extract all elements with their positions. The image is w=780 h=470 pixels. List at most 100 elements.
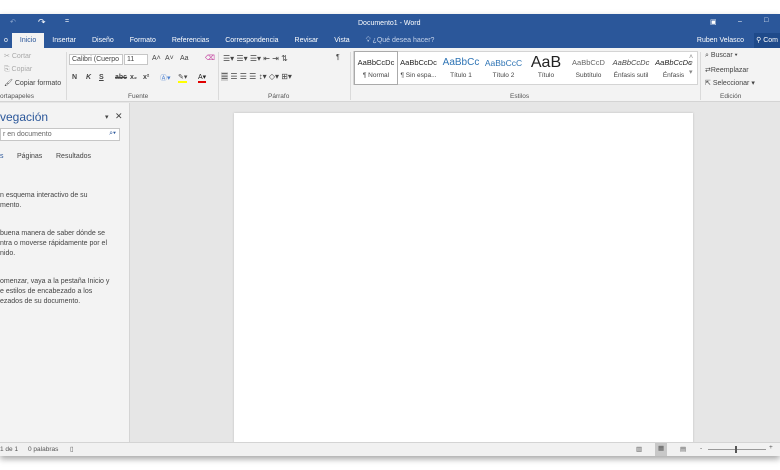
grow-font-button[interactable]: A˄ (152, 55, 161, 62)
style-name: Título (537, 72, 555, 79)
group-label-styles: Estilos (510, 93, 530, 100)
style-1[interactable]: AaBbCcDc ¶ Sin espa... (398, 52, 440, 84)
web-layout-icon[interactable]: ▤ (680, 445, 686, 453)
subscript-button[interactable]: x₂ (130, 74, 137, 81)
search-icon[interactable]: ⌕▾ (109, 130, 116, 138)
style-preview: AaBbCcDc (612, 58, 650, 67)
highlight-color-icon[interactable]: ✎▾ (178, 73, 188, 83)
select-button[interactable]: ⇱ Seleccionar ▾ (705, 79, 755, 87)
tab-formato[interactable]: Formato (122, 33, 164, 48)
group-label-editing: Edición (720, 93, 742, 100)
lightbulb-icon: 💡︎ (365, 37, 373, 44)
font-size-select[interactable]: 11 (124, 54, 148, 65)
style-preview: AaBbCcDc (357, 58, 395, 67)
text-effects-icon[interactable]: Ⓐ▾ (160, 73, 171, 83)
copy-button[interactable]: ⎘ Copiar (4, 66, 32, 74)
minimize-button[interactable]: – (738, 18, 742, 25)
font-color-icon[interactable]: A▾ (198, 73, 207, 83)
style-name: Énfasis sutil (613, 72, 649, 79)
read-mode-icon[interactable]: ▥ (636, 445, 642, 453)
print-layout-icon[interactable]: ▦ (655, 443, 668, 456)
bullets-icon[interactable]: ☰▾ ☰▾ ☰▾ ⇤ ⇥ ⇅ (223, 54, 288, 63)
align-left-icon[interactable]: ☰ ☰ ☰ ☰ ↕▾ ◇▾ ⊞▾ (221, 72, 292, 81)
bold-button[interactable]: N (72, 74, 77, 81)
style-name: Subtítulo (575, 72, 602, 79)
show-marks-button[interactable]: ¶ (336, 54, 340, 61)
tab-insertar[interactable]: Insertar (44, 33, 84, 48)
replace-button[interactable]: ⇄Reemplazar (705, 66, 749, 74)
nav-search-input[interactable]: r en documento ⌕▾ (0, 128, 120, 141)
tab-diseno[interactable]: Diseño (84, 33, 122, 48)
font-name-select[interactable]: Calibri (Cuerpo (69, 54, 123, 65)
cut-button[interactable]: ✂ Cortar (4, 52, 31, 60)
style-name: Título 2 (492, 72, 515, 79)
nav-tab-pages[interactable]: Páginas (17, 153, 42, 160)
redo-button[interactable]: ↷ (38, 17, 46, 28)
style-6[interactable]: AaBbCcDc Énfasis sutil (610, 52, 652, 84)
undo-button[interactable]: ↶ (10, 18, 16, 26)
navigation-pane: vegación ▾ ✕ r en documento ⌕▾ s Páginas … (0, 103, 130, 442)
tab-revisar[interactable]: Revisar (287, 33, 327, 48)
share-button[interactable]: ⚲ Com (754, 33, 780, 48)
tab-vista[interactable]: Vista (326, 33, 357, 48)
divider (350, 52, 351, 100)
style-name: Título 1 (450, 72, 472, 79)
proofing-icon[interactable]: ▯ (70, 445, 74, 453)
ribbon-options-button[interactable]: ▣ (710, 18, 717, 26)
group-label-clipboard: ortapapeles (0, 93, 34, 100)
divider (66, 52, 67, 100)
close-icon[interactable]: ✕ (115, 111, 123, 122)
style-preview: AaB (530, 54, 562, 71)
zoom-slider-thumb[interactable] (735, 446, 737, 453)
window-title: Documento1 - Word (358, 20, 421, 27)
nav-tab-results[interactable]: Resultados (56, 153, 91, 160)
underline-button[interactable]: S (99, 74, 104, 81)
style-name: ¶ Sin espa... (400, 72, 437, 79)
divider (700, 52, 701, 100)
superscript-button[interactable]: x² (143, 74, 149, 81)
nav-tab-headings[interactable]: s (0, 153, 4, 160)
title-bar: ↶ ↷ = Documento1 - Word ▣ – □ (0, 14, 780, 33)
find-button[interactable]: ⌕ Buscar ▾ (705, 52, 738, 60)
style-preview: AaBbCc (442, 57, 480, 68)
style-5[interactable]: AaBbCcD Subtítulo (568, 52, 610, 84)
format-painter-button[interactable]: 🖌︎ Copiar formato (4, 79, 61, 87)
document-page[interactable] (234, 113, 693, 443)
style-name: ¶ Normal (362, 72, 390, 79)
cursor-icon: ⇱ (705, 80, 713, 87)
ribbon: ✂ Cortar ⎘ Copiar 🖌︎ Copiar formato orta… (0, 48, 780, 102)
italic-button[interactable]: K (86, 74, 91, 81)
page-count[interactable]: 1 de 1 (0, 446, 18, 453)
customize-quick-access-button[interactable]: = (65, 18, 69, 25)
user-name[interactable]: Ruben Velasco (697, 37, 744, 44)
clear-formatting-icon[interactable]: ⌫ (205, 54, 215, 62)
group-label-paragraph: Párrafo (268, 93, 290, 100)
style-2[interactable]: AaBbCc Título 1 (440, 52, 482, 84)
pane-options-icon[interactable]: ▾ (105, 113, 109, 121)
style-7[interactable]: AaBbCcDc Énfasis (653, 52, 695, 84)
tab-file[interactable]: o (0, 33, 12, 48)
style-preview: AaBbCcDc (655, 58, 692, 67)
nav-help-text: n esquema interactivo de su mento. buena… (0, 192, 110, 305)
tell-me-input[interactable]: 💡︎ ¿Qué desea hacer? (358, 33, 443, 48)
tab-referencias[interactable]: Referencias (164, 33, 217, 48)
style-3[interactable]: AaBbCcC Título 2 (483, 52, 525, 84)
status-bar: 1 de 1 0 palabras ▯ ▥ ▦ ▤ - + (0, 442, 780, 456)
zoom-out-button[interactable]: - (700, 445, 702, 452)
strikethrough-button[interactable]: abc (115, 74, 127, 81)
style-name: Énfasis (662, 72, 685, 79)
word-window: ↶ ↷ = Documento1 - Word ▣ – □ o Inicio I… (0, 14, 780, 456)
zoom-in-button[interactable]: + (769, 444, 773, 451)
style-preview: AaBbCcDc (400, 58, 437, 67)
change-case-button[interactable]: Aa (180, 55, 189, 62)
nav-pane-title: vegación (0, 110, 49, 124)
zoom-slider[interactable] (708, 446, 766, 453)
style-4[interactable]: AaB Título (525, 52, 567, 84)
tab-correspondencia[interactable]: Correspondencia (217, 33, 286, 48)
shrink-font-button[interactable]: A˅ (165, 55, 174, 62)
tab-inicio[interactable]: Inicio (11, 33, 45, 48)
style-0[interactable]: AaBbCcDc ¶ Normal (354, 51, 398, 85)
word-count[interactable]: 0 palabras (28, 446, 58, 453)
maximize-button[interactable]: □ (764, 17, 768, 24)
divider (218, 52, 219, 100)
